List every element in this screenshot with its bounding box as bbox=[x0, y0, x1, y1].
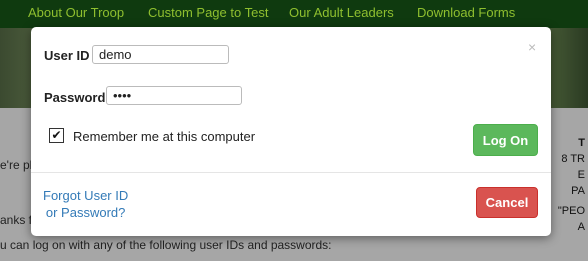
login-modal: × User ID Password ✔ Remember me at this… bbox=[31, 27, 551, 236]
password-input[interactable] bbox=[106, 86, 242, 105]
forgot-link-line-1: Forgot User ID bbox=[43, 188, 129, 203]
forgot-credentials-link[interactable]: Forgot User ID or Password? bbox=[43, 187, 128, 221]
close-icon[interactable]: × bbox=[528, 39, 536, 55]
log-on-button[interactable]: Log On bbox=[473, 124, 538, 156]
forgot-link-line-2: or Password? bbox=[45, 205, 126, 220]
checkmark-icon: ✔ bbox=[51, 128, 62, 142]
remember-me-checkbox[interactable]: ✔ bbox=[49, 128, 64, 143]
user-id-label: User ID bbox=[44, 48, 90, 63]
cancel-button[interactable]: Cancel bbox=[476, 187, 538, 218]
modal-divider bbox=[31, 172, 551, 173]
user-id-input[interactable] bbox=[92, 45, 229, 64]
remember-me-label: Remember me at this computer bbox=[73, 129, 256, 144]
password-label: Password bbox=[44, 90, 106, 105]
